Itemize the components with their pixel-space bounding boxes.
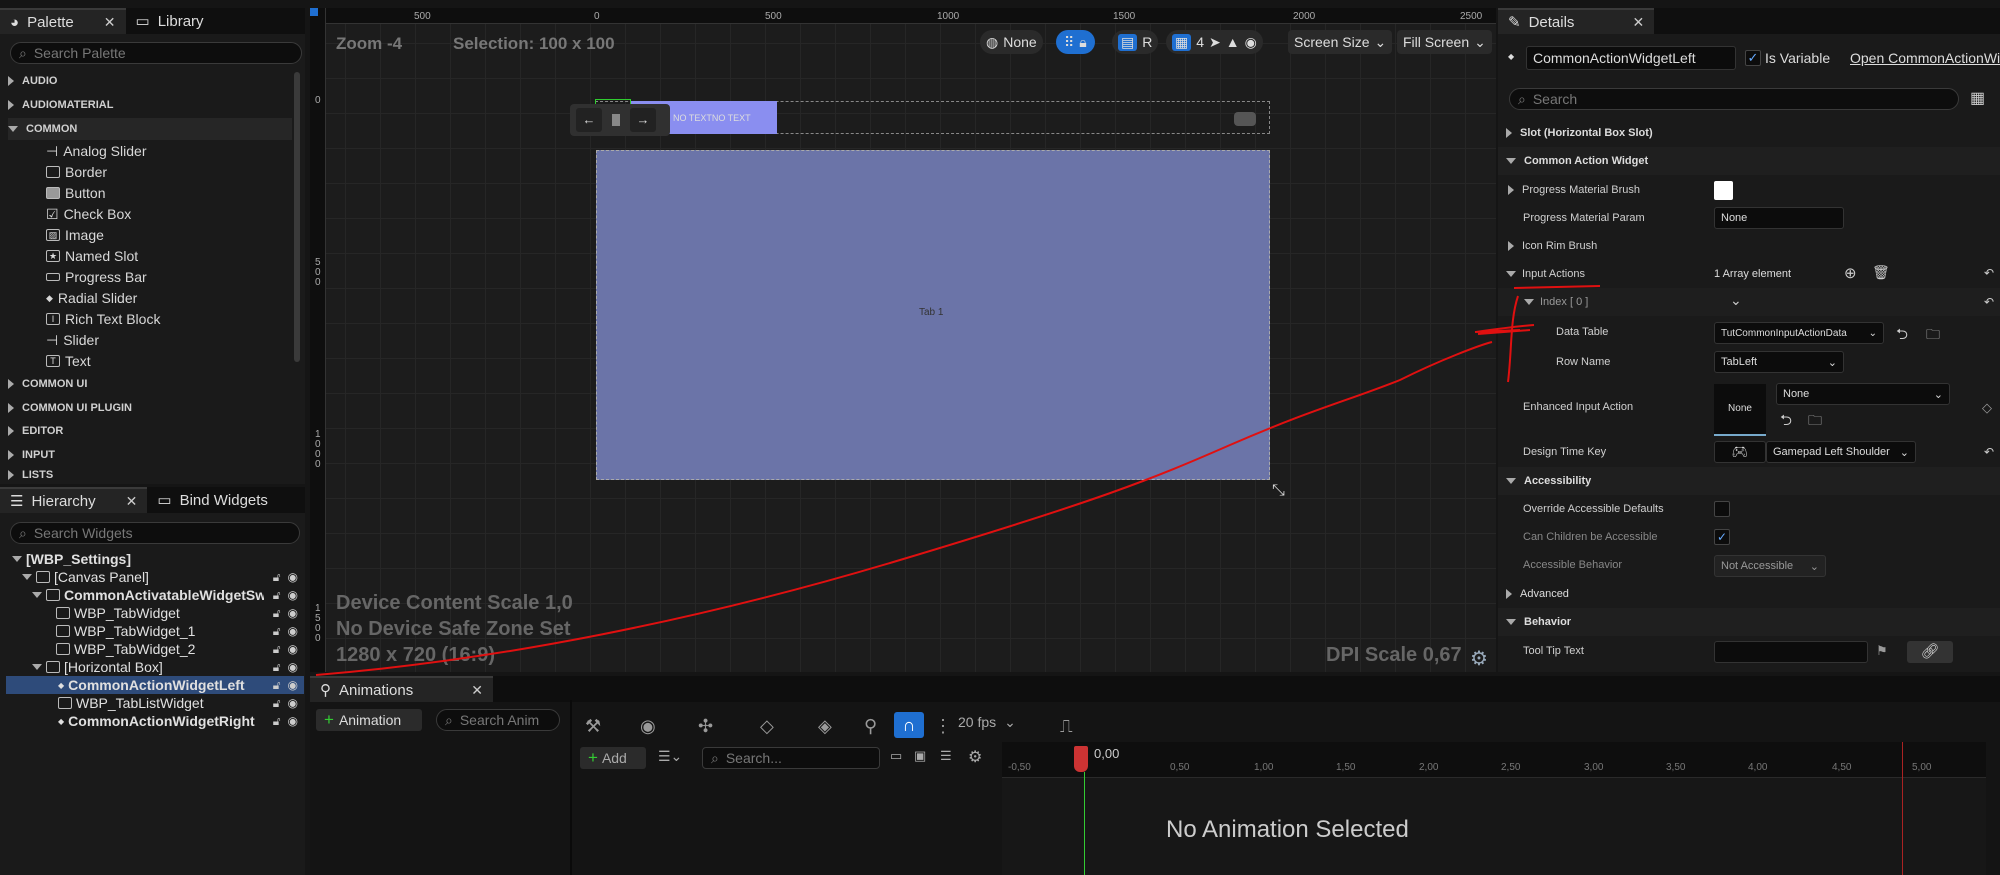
red-annotation [315,285,1601,676]
